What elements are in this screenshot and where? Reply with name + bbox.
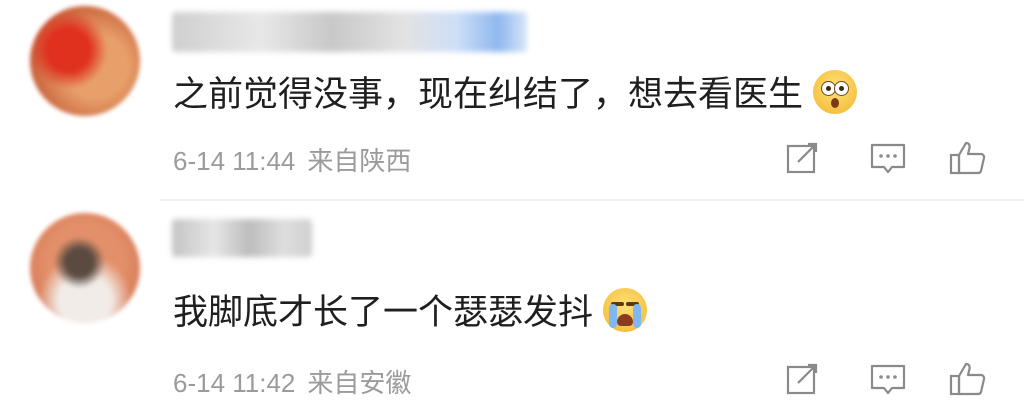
comment-divider [160,199,1024,201]
thumbs-up-icon [949,362,986,396]
username-blurred[interactable] [172,219,312,257]
comment-time: 6-14 11:44 [173,146,296,176]
comment-actions [780,136,1000,180]
comment-icon [870,143,906,174]
like-button[interactable] [946,136,990,180]
like-button[interactable] [946,357,990,401]
comment-meta: 6-14 11:42 来自安徽 [173,363,411,400]
comment-item: 我脚底才长了一个瑟瑟发抖 6-14 11:42 来自安徽 [0,205,1024,415]
avatar[interactable] [30,213,140,323]
share-button[interactable] [780,357,824,401]
comment-location: 来自安徽 [307,369,412,399]
avatar[interactable] [30,6,140,116]
thumbs-up-icon [949,141,986,175]
reply-button[interactable] [866,136,910,180]
share-icon [786,363,818,395]
comment-text: 我脚底才长了一个瑟瑟发抖 [173,284,648,335]
flushed-face-emoji [813,69,858,114]
comment-item: 之前觉得没事，现在纠结了，想去看医生 6-14 11:44 来自陕西 [0,0,1024,200]
comment-text: 之前觉得没事，现在纠结了，想去看医生 [173,66,858,117]
comment-actions [780,357,1000,401]
comment-icon [870,364,906,395]
comment-location: 来自陕西 [307,147,412,177]
crying-face-emoji [603,287,648,332]
comment-text-body: 之前觉得没事，现在纠结了，想去看医生 [173,75,804,115]
share-icon [786,142,818,174]
comment-text-body: 我脚底才长了一个瑟瑟发抖 [173,293,594,333]
username-blurred[interactable] [172,12,527,52]
comment-time: 6-14 11:42 [173,368,296,398]
comment-meta: 6-14 11:44 来自陕西 [173,141,411,178]
share-button[interactable] [780,136,824,180]
reply-button[interactable] [866,357,910,401]
